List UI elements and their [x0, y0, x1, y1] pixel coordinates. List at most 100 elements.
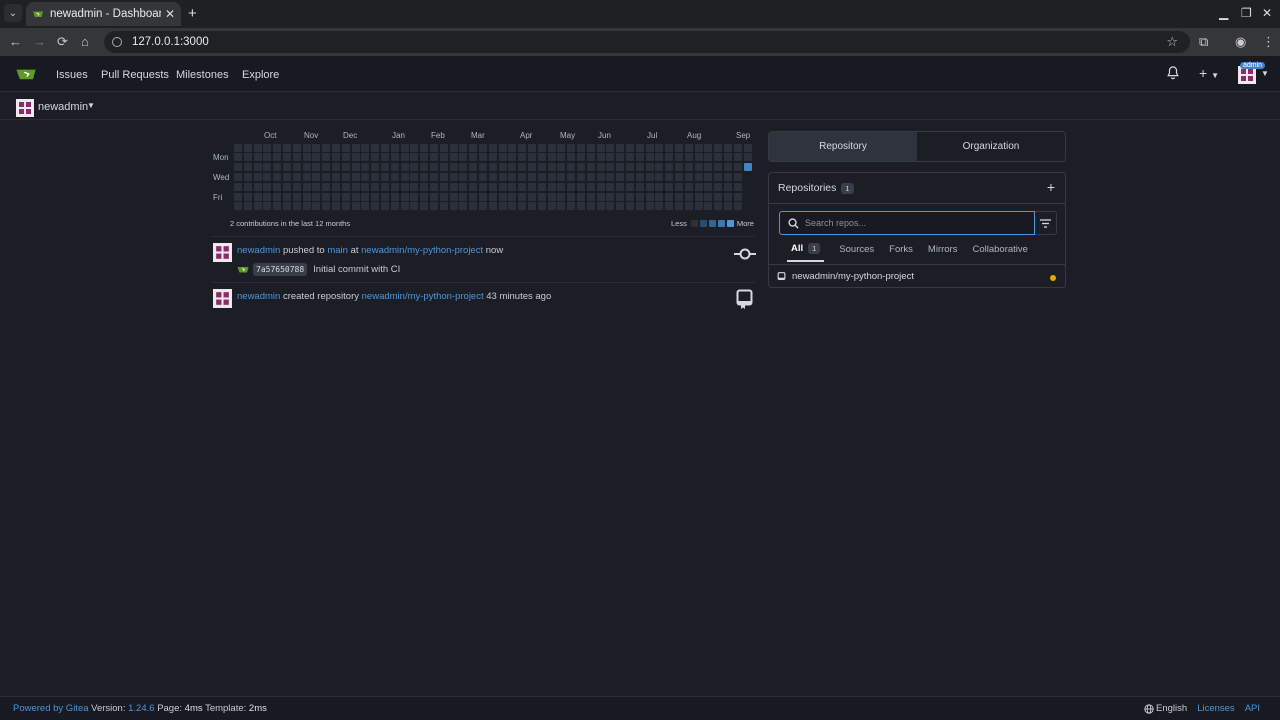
heatmap-cell[interactable] [381, 182, 389, 191]
heatmap-cell[interactable] [234, 192, 242, 201]
heatmap-cell[interactable] [675, 202, 683, 211]
heatmap-cell[interactable] [488, 172, 497, 181]
heatmap-cell[interactable] [420, 202, 429, 211]
heatmap-cell[interactable] [469, 172, 478, 181]
heatmap-cell[interactable] [645, 153, 654, 162]
heatmap-cell[interactable] [400, 153, 409, 162]
heatmap-cell[interactable] [449, 172, 458, 181]
heatmap-cell[interactable] [665, 202, 674, 211]
repo-list-item[interactable]: newadmin/my-python-project [777, 271, 914, 282]
heatmap-cell[interactable] [665, 172, 674, 181]
heatmap-cell[interactable] [439, 143, 448, 152]
heatmap-cell[interactable] [371, 143, 380, 152]
heatmap-cell[interactable] [273, 143, 282, 152]
heatmap-cell[interactable] [606, 202, 615, 211]
heatmap-cell[interactable] [459, 153, 468, 162]
heatmap-cell[interactable] [743, 163, 752, 172]
heatmap-cell[interactable] [714, 182, 723, 191]
heatmap-cell[interactable] [488, 202, 497, 211]
heatmap-cell[interactable] [557, 153, 566, 162]
heatmap-cell[interactable] [635, 192, 644, 201]
api-link[interactable]: API [1245, 703, 1260, 714]
heatmap-cell[interactable] [586, 202, 595, 211]
repo-search-input[interactable] [805, 218, 1025, 228]
heatmap-cell[interactable] [253, 172, 262, 181]
heatmap-cell[interactable] [498, 182, 507, 191]
heatmap-cell[interactable] [586, 182, 595, 191]
heatmap-cell[interactable] [351, 172, 360, 181]
heatmap-cell[interactable] [528, 192, 536, 201]
window-close-icon[interactable]: ✕ [1262, 6, 1272, 20]
heatmap-cell[interactable] [283, 163, 291, 172]
heatmap-cell[interactable] [390, 163, 399, 172]
heatmap-cell[interactable] [528, 172, 536, 181]
heatmap-cell[interactable] [528, 153, 536, 162]
heatmap-cell[interactable] [616, 192, 625, 201]
heatmap-cell[interactable] [381, 153, 389, 162]
heatmap-cell[interactable] [283, 202, 291, 211]
heatmap-cell[interactable] [518, 153, 527, 162]
heatmap-cell[interactable] [243, 172, 252, 181]
browser-menu-icon[interactable]: ⋮ [1262, 34, 1275, 50]
heatmap-cell[interactable] [381, 143, 389, 152]
heatmap-cell[interactable] [273, 163, 282, 172]
tab-search-button[interactable]: ⌄ [4, 4, 22, 22]
heatmap-cell[interactable] [253, 182, 262, 191]
context-switcher[interactable]: newadmin ▼ [0, 92, 1280, 120]
heatmap-cell[interactable] [459, 192, 468, 201]
heatmap-cell[interactable] [234, 172, 242, 181]
heatmap-cell[interactable] [704, 163, 713, 172]
heatmap-cell[interactable] [694, 153, 703, 162]
heatmap-cell[interactable] [459, 143, 468, 152]
heatmap-cell[interactable] [390, 172, 399, 181]
reload-icon[interactable]: ⟳ [57, 34, 68, 50]
heatmap-cell[interactable] [273, 153, 282, 162]
heatmap-cell[interactable] [390, 143, 399, 152]
heatmap-cell[interactable] [645, 192, 654, 201]
heatmap-cell[interactable] [694, 192, 703, 201]
heatmap-cell[interactable] [684, 143, 693, 152]
heatmap-cell[interactable] [243, 192, 252, 201]
profile-icon[interactable]: ◉ [1235, 34, 1246, 50]
heatmap-cell[interactable] [351, 182, 360, 191]
heatmap-cell[interactable] [635, 163, 644, 172]
heatmap-cell[interactable] [724, 163, 732, 172]
heatmap-cell[interactable] [498, 163, 507, 172]
heatmap-cell[interactable] [351, 153, 360, 162]
heatmap-cell[interactable] [567, 182, 576, 191]
feed-repo-link[interactable]: newadmin/my-python-project [362, 291, 484, 302]
address-bar[interactable]: 127.0.0.1:3000 ☆ [104, 31, 1190, 53]
feed-avatar[interactable] [213, 243, 232, 262]
heatmap-cell[interactable] [439, 172, 448, 181]
heatmap-cell[interactable] [684, 172, 693, 181]
heatmap-cell[interactable] [390, 182, 399, 191]
heatmap-cell[interactable] [616, 163, 625, 172]
heatmap-cell[interactable] [449, 163, 458, 172]
heatmap-cell[interactable] [400, 192, 409, 201]
heatmap-cell[interactable] [635, 153, 644, 162]
heatmap-cell[interactable] [557, 143, 566, 152]
heatmap-cell[interactable] [361, 153, 370, 162]
heatmap-cell[interactable] [420, 172, 429, 181]
heatmap-cell[interactable] [341, 192, 350, 201]
feed-user-link[interactable]: newadmin [237, 291, 280, 302]
heatmap-cell[interactable] [400, 202, 409, 211]
heatmap-cell[interactable] [400, 143, 409, 152]
heatmap-cell[interactable] [332, 153, 340, 162]
heatmap-cell[interactable] [400, 182, 409, 191]
heatmap-cell[interactable] [635, 182, 644, 191]
heatmap-cell[interactable] [714, 153, 723, 162]
heatmap-cell[interactable] [469, 143, 478, 152]
heatmap-cell[interactable] [234, 153, 242, 162]
heatmap-cell[interactable] [704, 153, 713, 162]
heatmap-cell[interactable] [322, 153, 331, 162]
heatmap-cell[interactable] [547, 182, 556, 191]
heatmap-cell[interactable] [577, 153, 585, 162]
heatmap-cell[interactable] [714, 143, 723, 152]
heatmap-cell[interactable] [547, 143, 556, 152]
nav-pull-requests[interactable]: Pull Requests [101, 69, 169, 81]
heatmap-cell[interactable] [322, 192, 331, 201]
heatmap-cell[interactable] [410, 153, 419, 162]
heatmap-cell[interactable] [410, 143, 419, 152]
heatmap-cell[interactable] [253, 163, 262, 172]
